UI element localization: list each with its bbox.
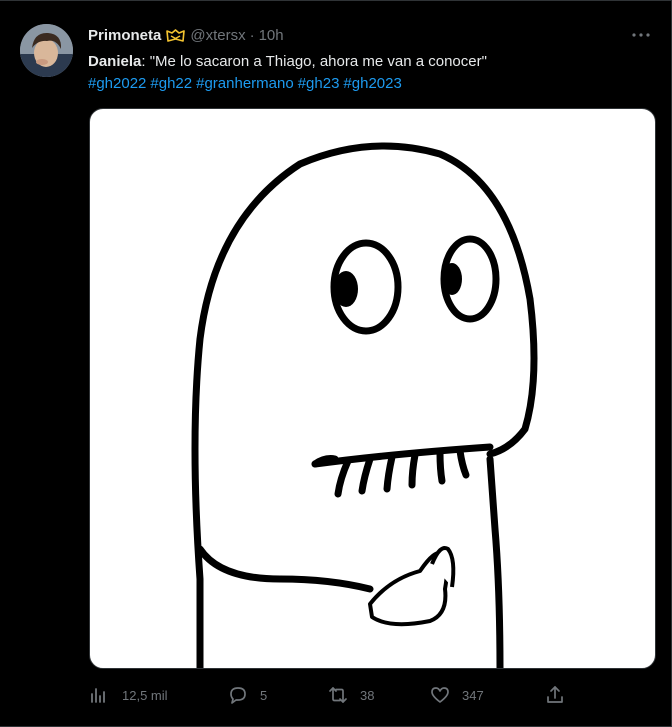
retweet-count: 38 <box>360 687 375 703</box>
cartoon-drawing <box>191 142 538 668</box>
retweet-icon <box>329 687 347 703</box>
retweet-button[interactable]: 38 <box>328 684 374 706</box>
tweet-actions: 12,5 mil 5 38 347 <box>88 684 568 706</box>
hashtag-link[interactable]: #gh23 <box>298 75 340 92</box>
author-handle[interactable]: @xtersx <box>190 27 245 45</box>
reply-icon <box>230 687 246 704</box>
tweet-media-image[interactable] <box>89 108 656 669</box>
verified-badge-icon <box>166 29 186 43</box>
separator-dot: · <box>249 27 255 44</box>
tweet-header: Primoneta @xtersx · 10h <box>88 27 284 45</box>
tweet-time[interactable]: 10h <box>259 27 284 45</box>
avatar-image <box>20 24 73 77</box>
like-count: 347 <box>462 687 484 703</box>
like-button[interactable]: 347 <box>430 684 484 706</box>
analytics-icon <box>91 688 105 703</box>
tweet-text: Daniela: "Me lo sacaron a Thiago, ahora … <box>88 51 648 95</box>
avatar[interactable] <box>20 24 73 77</box>
hashtag-list: #gh2022 #gh22 #granhermano #gh23 #gh2023 <box>88 73 648 95</box>
reply-button[interactable]: 5 <box>228 684 267 706</box>
hashtag-link[interactable]: #gh22 <box>150 75 192 92</box>
more-options-icon[interactable] <box>629 25 653 45</box>
views-count: 12,5 mil <box>122 687 168 703</box>
reply-count: 5 <box>260 687 268 703</box>
views-button[interactable]: 12,5 mil <box>88 684 168 706</box>
speaker-name: Daniela <box>88 53 142 70</box>
hashtag-link[interactable]: #gh2023 <box>343 75 401 92</box>
hashtag-link[interactable]: #granhermano <box>196 75 294 92</box>
share-icon <box>547 686 563 703</box>
tweet-card[interactable]: Primoneta @xtersx · 10h Daniela: "Me lo … <box>0 0 672 727</box>
author-name[interactable]: Primoneta <box>88 27 161 45</box>
hashtag-link[interactable]: #gh2022 <box>88 75 146 92</box>
share-button[interactable] <box>545 684 565 706</box>
tweet-body: Daniela: "Me lo sacaron a Thiago, ahora … <box>88 51 648 73</box>
heart-icon <box>431 687 449 703</box>
tweet-quote: : "Me lo sacaron a Thiago, ahora me van … <box>141 53 487 70</box>
